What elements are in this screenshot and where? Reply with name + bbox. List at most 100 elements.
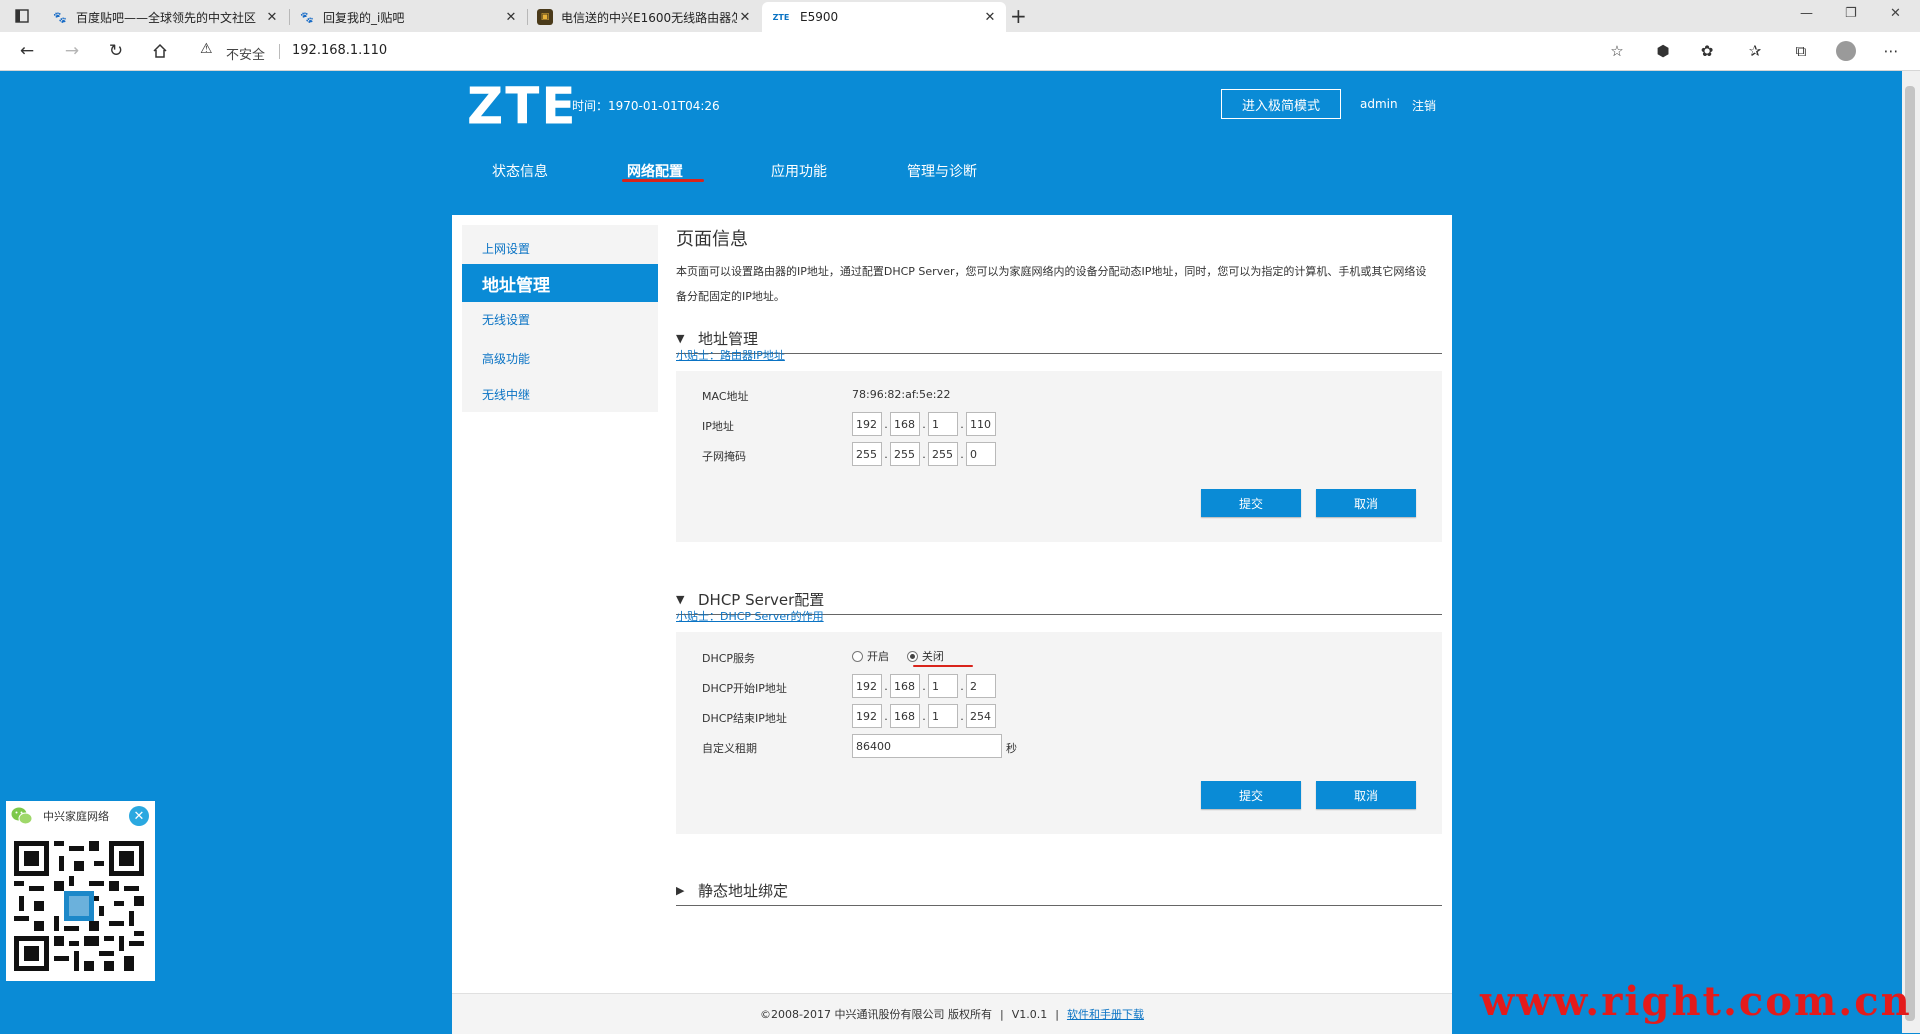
dhcp-on-label: 开启 [867,650,889,663]
router-admin-page: ZTE 时间：1970-01-01T04:26 进入极简模式 admin 注销 … [0,71,1902,1034]
home-icon[interactable] [149,40,171,62]
zte-logo: ZTE [467,76,578,136]
close-window-icon[interactable]: ✕ [1890,6,1901,21]
sidebar-item-wireless-settings[interactable]: 无线设置 [462,303,658,335]
sidebar-item-advanced[interactable]: 高级功能 [462,342,658,374]
restore-icon[interactable]: ❐ [1845,6,1857,21]
dhcp-cancel-button[interactable]: 取消 [1316,781,1416,809]
footer-separator: | [1000,1007,1004,1021]
qr-header: 中兴家庭网络 ✕ [6,801,155,831]
start-octet-3[interactable] [928,674,958,698]
ip-octet-1[interactable] [852,412,882,436]
section-header-static-binding[interactable]: ▶ 静态地址绑定 [676,875,1442,906]
ip-octet-4[interactable] [966,412,996,436]
sidebar-item-address-management[interactable]: 地址管理 [462,264,658,302]
tab-actions-icon[interactable] [10,7,34,25]
watermark-text: www.right.com.cn [1480,978,1912,1025]
mac-value: 78:96:82:af:5e:22 [852,388,951,401]
end-octet-4[interactable] [966,704,996,728]
site-icon: ▣ [537,9,553,25]
subnet-mask-label: 子网掩码 [702,450,746,463]
browser-nav-bar: ← → ↻ ⚠ 不安全 192.168.1.110 ☆ ⬢ ✿ ✰ ⧉ ⋯ [0,32,1920,71]
nav-management-diagnostics[interactable]: 管理与诊断 [907,161,977,181]
nav-network-config[interactable]: 网络配置 [627,161,683,181]
lease-label: 自定义租期 [702,742,757,755]
ip-dot: . [922,679,926,693]
ip-dot: . [884,709,888,723]
sidebar-item-internet-settings[interactable]: 上网设置 [462,232,658,264]
section-title: 地址管理 [698,329,759,348]
browser-tab-4[interactable]: ZTE E5900 ✕ [762,2,1006,32]
tab-title: E5900 [800,10,839,24]
start-octet-1[interactable] [852,674,882,698]
address-form-panel: MAC地址 78:96:82:af:5e:22 IP地址 . . . 子网掩码 … [676,371,1442,542]
reload-icon[interactable]: ↻ [105,40,127,62]
mask-octet-1[interactable] [852,442,882,466]
minimize-icon[interactable]: — [1800,6,1813,21]
mask-octet-2[interactable] [890,442,920,466]
close-icon[interactable]: ✕ [129,806,149,826]
profile-avatar[interactable] [1836,41,1856,61]
ip-dot: . [922,417,926,431]
simple-mode-button[interactable]: 进入极简模式 [1221,89,1341,119]
tab-close-icon[interactable]: ✕ [982,10,998,25]
collapse-triangle-icon: ▼ [676,331,685,345]
ip-dot: . [922,709,926,723]
end-octet-3[interactable] [928,704,958,728]
tab-close-icon[interactable]: ✕ [264,10,280,25]
tab-close-icon[interactable]: ✕ [737,10,753,25]
wechat-icon [11,806,33,826]
ip-octet-2[interactable] [890,412,920,436]
subnet-mask-input: . . . [852,442,996,466]
lease-unit: 秒 [1006,742,1017,755]
address-cancel-button[interactable]: 取消 [1316,489,1416,517]
logout-link[interactable]: 注销 [1412,97,1436,114]
tab-title: 百度贴吧——全球领先的中文社区 [76,10,257,25]
section-header-address[interactable]: ▼ 地址管理 [676,323,1442,354]
lease-input[interactable] [852,734,1002,758]
add-favorite-icon[interactable]: ☆ [1606,40,1628,62]
zte-favicon-icon: ZTE [772,12,790,22]
browser-tab-2[interactable]: 🐾 回复我的_i贴吧 ✕ [291,2,527,32]
mask-octet-4[interactable] [966,442,996,466]
tip-link-dhcp[interactable]: 小贴士：DHCP Server的作用 [676,608,824,624]
current-user: admin [1360,97,1398,111]
start-octet-4[interactable] [966,674,996,698]
forward-icon[interactable]: → [61,40,83,62]
nav-applications[interactable]: 应用功能 [771,161,827,181]
nav-status-info[interactable]: 状态信息 [492,161,548,181]
page-title: 页面信息 [676,229,748,250]
back-icon[interactable]: ← [16,40,38,62]
annotation-underline [622,179,704,182]
url-text[interactable]: 192.168.1.110 [292,43,387,58]
ip-octet-3[interactable] [928,412,958,436]
dhcp-start-ip-input: . . . [852,674,996,698]
tip-link-router-ip[interactable]: 小贴士：路由器IP地址 [676,347,785,363]
tab-divider [527,9,528,25]
content-card: 上网设置 地址管理 无线设置 高级功能 无线中继 页面信息 本页面可以设置路由器… [452,215,1452,1034]
mask-octet-3[interactable] [928,442,958,466]
download-link[interactable]: 软件和手册下载 [1067,1006,1144,1022]
browser-tab-1[interactable]: 🐾 百度贴吧——全球领先的中文社区 ✕ [44,2,288,32]
warning-icon: ⚠ [200,41,213,57]
more-menu-icon[interactable]: ⋯ [1880,40,1902,62]
ip-dot: . [960,417,964,431]
scrollbar-thumb[interactable] [1905,86,1915,1021]
extension-shield-icon[interactable]: ⬢ [1652,40,1674,62]
end-octet-2[interactable] [890,704,920,728]
new-tab-icon[interactable]: + [1010,4,1027,28]
dhcp-off-radio[interactable] [906,650,918,662]
dhcp-submit-button[interactable]: 提交 [1201,781,1301,809]
page-footer: ©2008-2017 中兴通讯股份有限公司 版权所有 | V1.0.1 | 软件… [452,993,1452,1034]
dhcp-on-radio[interactable] [852,650,863,662]
collections-icon[interactable]: ⧉ [1790,40,1812,62]
end-octet-1[interactable] [852,704,882,728]
browser-tab-3[interactable]: ▣ 电信送的中兴E1600无线路由器怎... ✕ [529,2,761,32]
extensions-icon[interactable]: ✿ [1696,40,1718,62]
tab-close-icon[interactable]: ✕ [503,10,519,25]
start-octet-2[interactable] [890,674,920,698]
favorites-icon[interactable]: ✰ [1744,40,1766,62]
address-submit-button[interactable]: 提交 [1201,489,1301,517]
sidebar-item-wireless-repeater[interactable]: 无线中继 [462,376,658,412]
system-time: 时间：1970-01-01T04:26 [572,99,720,113]
